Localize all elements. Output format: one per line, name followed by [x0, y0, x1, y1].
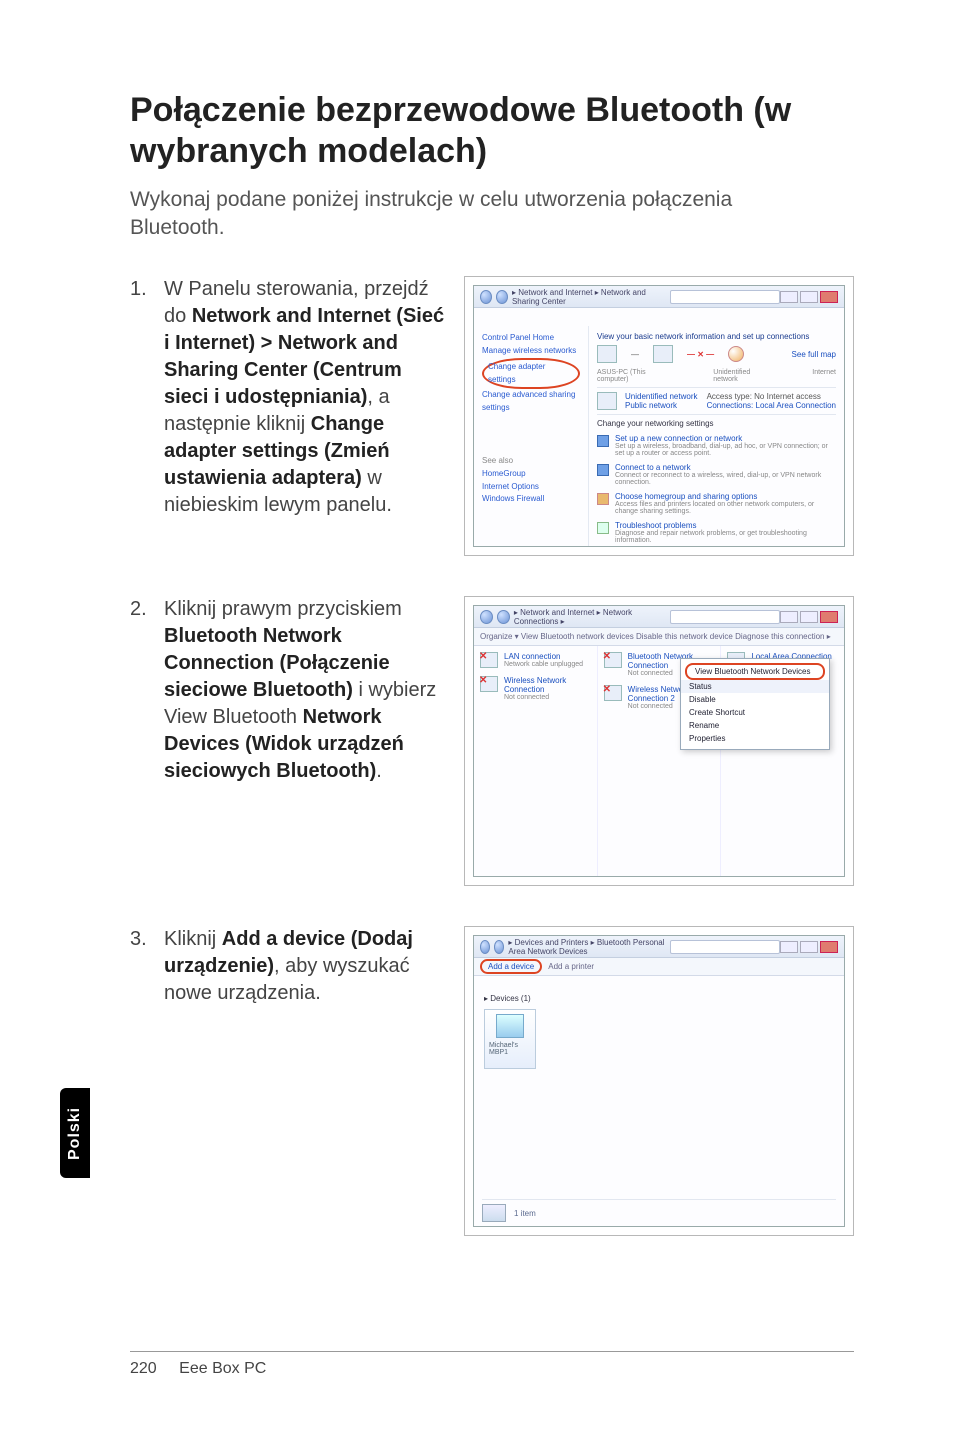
search-input [670, 610, 780, 624]
context-menu: View Bluetooth Network Devices Status Di… [680, 658, 830, 750]
close-icon [820, 941, 838, 953]
sidebar-homegroup: HomeGroup [482, 468, 580, 481]
breadcrumb: ▸ Network and Internet ▸ Network Connect… [514, 608, 670, 626]
sidebar-change-adapter: Change adapter settings [482, 358, 580, 390]
device-icon [496, 1014, 524, 1038]
page-title: Połączenie bezprzewodowe Bluetooth (w wy… [130, 90, 854, 172]
screenshot-2: ▸ Network and Internet ▸ Network Connect… [464, 596, 854, 886]
main-heading: View your basic network information and … [597, 332, 836, 341]
forward-icon [496, 290, 508, 304]
link-connect: Connect to a network [615, 463, 691, 472]
access-type: Access type: No Internet access [707, 392, 836, 401]
status-icon [482, 1204, 506, 1222]
pc-icon [597, 345, 617, 363]
step-1-number: 1. [130, 276, 164, 301]
step-1-text: W Panelu sterowania, przejdź do Network … [164, 276, 464, 519]
search-input [670, 290, 780, 304]
device-item: Michael's MBP1 [484, 1009, 536, 1069]
screenshot-1: ▸ Network and Internet ▸ Network and Sha… [464, 276, 854, 556]
wifi-icon [480, 676, 498, 692]
breadcrumb: ▸ Devices and Printers ▸ Bluetooth Perso… [508, 938, 670, 956]
item-lan: LAN connection [504, 652, 583, 661]
sidebar-seealso: See also [482, 455, 580, 468]
menu-rename: Rename [681, 719, 829, 732]
back-icon [480, 610, 493, 624]
item-count: 1 item [514, 1209, 536, 1218]
forward-icon [497, 610, 510, 624]
internet-icon [728, 346, 744, 362]
page-footer: 220 Eee Box PC [130, 1351, 854, 1378]
back-icon [480, 940, 490, 954]
breadcrumb: ▸ Network and Internet ▸ Network and Sha… [512, 288, 670, 306]
devices-heading: ▸ Devices (1) [484, 994, 834, 1003]
active-net-icon [597, 392, 617, 410]
screenshot-3: ▸ Devices and Printers ▸ Bluetooth Perso… [464, 926, 854, 1236]
menu-view-bt-devices: View Bluetooth Network Devices [685, 663, 825, 680]
language-tab: Polski [60, 1088, 90, 1178]
page-number: 220 [130, 1360, 157, 1378]
x-icon: — ✕ — [687, 350, 714, 359]
menu-status: Status [681, 680, 829, 693]
sidebar-inetoptions: Internet Options [482, 481, 580, 494]
link-troubleshoot: Troubleshoot problems [615, 521, 697, 530]
link-homegroup: Choose homegroup and sharing options [615, 492, 757, 501]
connections: Connections: Local Area Connection [707, 401, 836, 410]
sidebar-manage: Manage wireless networks [482, 345, 580, 358]
close-icon [820, 611, 838, 623]
forward-icon [494, 940, 504, 954]
close-icon [820, 291, 838, 303]
menu-properties: Properties [681, 732, 829, 745]
step-3-text: Kliknij Add a device (Dodaj urządzenie),… [164, 926, 464, 1007]
menu-shortcut: Create Shortcut [681, 706, 829, 719]
bluetooth-icon [604, 652, 622, 668]
step-3-number: 3. [130, 926, 164, 951]
step-2-number: 2. [130, 596, 164, 621]
wifi2-icon [604, 685, 622, 701]
search-input [670, 940, 780, 954]
network-icon [653, 345, 673, 363]
change-settings-heading: Change your networking settings [597, 419, 836, 428]
add-a-device-button: Add a device [480, 959, 542, 974]
see-full-map: See full map [792, 350, 836, 359]
sidebar-home: Control Panel Home [482, 332, 580, 345]
step-2-text: Kliknij prawym przyciskiem Bluetooth Net… [164, 596, 464, 785]
item-wifi: Wireless Network Connection [504, 676, 591, 694]
active-network-name: Unidentified network Public network [625, 392, 699, 410]
menu-disable: Disable [681, 693, 829, 706]
link-setup: Set up a new connection or network [615, 434, 742, 443]
toolbar: Organize ▾ View Bluetooth network device… [474, 628, 844, 646]
sidebar-advanced: Change advanced sharing settings [482, 389, 580, 415]
lan-icon [480, 652, 498, 668]
sidebar-firewall: Windows Firewall [482, 493, 580, 506]
product-name: Eee Box PC [179, 1360, 266, 1377]
device-name: Michael's MBP1 [489, 1042, 531, 1056]
intro-text: Wykonaj podane poniżej instrukcje w celu… [130, 186, 830, 243]
back-icon [480, 290, 492, 304]
